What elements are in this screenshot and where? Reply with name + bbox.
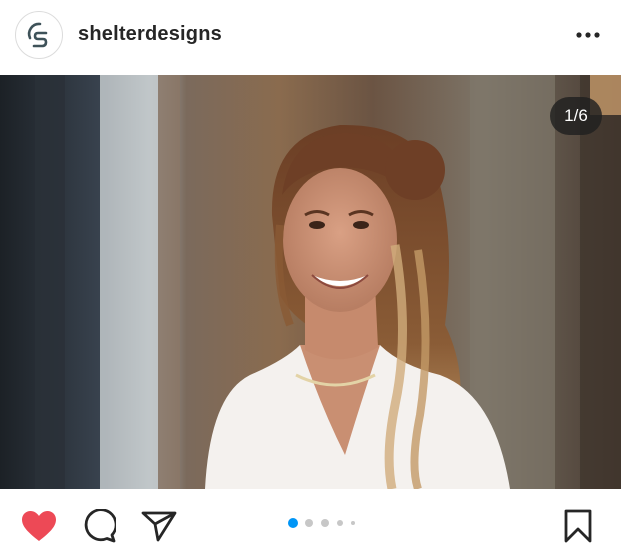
- like-button[interactable]: [20, 509, 58, 548]
- more-options-button[interactable]: [572, 22, 606, 48]
- bookmark-icon: [564, 509, 592, 543]
- share-button[interactable]: [141, 510, 177, 547]
- carousel-dot: [351, 521, 355, 525]
- portrait-image: [0, 75, 621, 489]
- avatar[interactable]: [15, 11, 63, 59]
- send-icon: [141, 511, 177, 542]
- post-header: shelterdesigns: [0, 0, 621, 74]
- comment-icon: [84, 508, 118, 543]
- post-photo[interactable]: [0, 75, 621, 489]
- shelterdesigns-logo-icon: [27, 22, 48, 48]
- carousel-dot: [305, 519, 313, 527]
- save-button[interactable]: [563, 509, 593, 548]
- more-horizontal-icon: [576, 32, 600, 38]
- carousel-dot: [337, 520, 343, 526]
- carousel-dot-active: [288, 518, 298, 528]
- username-link[interactable]: shelterdesigns: [78, 23, 222, 46]
- carousel-dot: [321, 519, 329, 527]
- heart-filled-icon: [22, 511, 56, 541]
- comment-button[interactable]: [82, 508, 118, 548]
- slide-counter: 1/6: [550, 97, 602, 135]
